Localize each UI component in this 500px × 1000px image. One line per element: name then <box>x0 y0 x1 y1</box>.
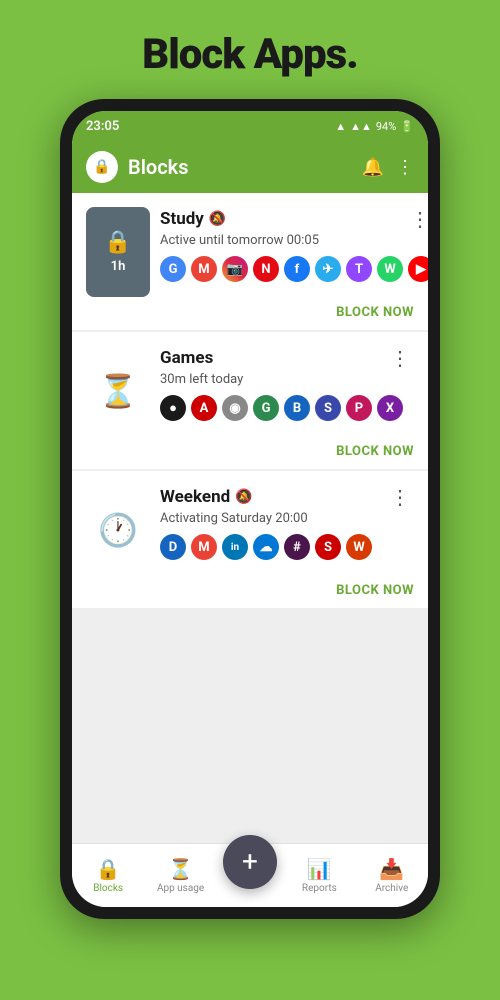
hourglass-icon: ⏳ <box>98 372 138 410</box>
nav-app-usage-icon: ⏳ <box>168 857 193 881</box>
block-card-study: 🔒 1h Study 🔕 ⋮ Active until tomorrow 00:… <box>72 193 428 330</box>
fab-add[interactable]: + <box>223 835 277 889</box>
notification-icon[interactable]: 🔔 <box>362 157 384 178</box>
nav-archive[interactable]: 📥 Archive <box>362 857 422 894</box>
block-info-weekend: Weekend 🔕 ⋮ Activating Saturday 20:00 D … <box>160 485 414 560</box>
main-content: 🔒 1h Study 🔕 ⋮ Active until tomorrow 00:… <box>72 193 428 843</box>
nav-reports-icon: 📊 <box>307 857 332 881</box>
app-icon-messenger: f <box>284 256 310 282</box>
app-bar-actions: 🔔 ⋮ <box>362 157 414 178</box>
nav-archive-icon: 📥 <box>379 857 404 881</box>
nav-blocks[interactable]: 🔒 Blocks <box>78 857 138 894</box>
status-icons: ▲ ▲▲ 94% 🔋 <box>335 120 414 133</box>
app-icon-g8: X <box>377 395 403 421</box>
status-bar: 23:05 ▲ ▲▲ 94% 🔋 <box>72 111 428 141</box>
block-icon-games: ⏳ <box>86 346 150 436</box>
wifi-icon: ▲ <box>335 120 346 133</box>
block-name-games: Games <box>160 348 213 368</box>
nav-reports[interactable]: 📊 Reports <box>289 857 349 894</box>
block-card-games: ⏳ Games ⋮ 30m left today ● A ◉ G <box>72 332 428 469</box>
app-icon-gmail: M <box>191 256 217 282</box>
nav-archive-label: Archive <box>375 883 408 894</box>
empty-space <box>72 610 428 730</box>
more-options-study[interactable]: ⋮ <box>406 207 428 231</box>
app-icon-g5: B <box>284 395 310 421</box>
app-icon-g6: S <box>315 395 341 421</box>
block-name-weekend: Weekend 🔕 <box>160 487 253 507</box>
block-info-study: Study 🔕 ⋮ Active until tomorrow 00:05 G … <box>160 207 428 282</box>
battery-level: 94% <box>376 120 396 133</box>
block-subtitle-study: Active until tomorrow 00:05 <box>160 233 428 248</box>
lock-icon: 🔒 <box>104 230 131 255</box>
block-info-games: Games ⋮ 30m left today ● A ◉ G B S P <box>160 346 414 421</box>
block-subtitle-weekend: Activating Saturday 20:00 <box>160 511 414 526</box>
more-options-games[interactable]: ⋮ <box>386 346 414 370</box>
block-now-weekend[interactable]: BLOCK NOW <box>336 583 414 598</box>
bell-off-icon-weekend: 🔕 <box>235 489 252 505</box>
app-icons-weekend: D M in ☁ # S W <box>160 534 414 560</box>
app-bar: 🔒 Blocks 🔔 ⋮ <box>72 141 428 193</box>
app-icon-youtube: ▶ <box>408 256 428 282</box>
app-icon-word: W <box>346 534 372 560</box>
block-duration-study: 1h <box>111 259 126 274</box>
app-icons-games: ● A ◉ G B S P X <box>160 395 414 421</box>
app-icon-onedrive: ☁ <box>253 534 279 560</box>
page-headline: Block Apps. <box>142 30 358 79</box>
app-lock-icon: 🔒 <box>86 151 118 183</box>
block-name-study: Study 🔕 <box>160 209 226 229</box>
app-icon-chrome: G <box>160 256 186 282</box>
block-card-weekend: 🕐 Weekend 🔕 ⋮ Activating Saturday 20:00 <box>72 471 428 608</box>
app-icon-g1: ● <box>160 395 186 421</box>
block-icon-study: 🔒 1h <box>86 207 150 297</box>
block-now-games[interactable]: BLOCK NOW <box>336 444 414 459</box>
bell-off-icon-study: 🔕 <box>209 211 226 227</box>
app-icon-g7: P <box>346 395 372 421</box>
nav-app-usage-label: App usage <box>157 883 204 894</box>
app-icon-slack: # <box>284 534 310 560</box>
app-icon-sheets: S <box>315 534 341 560</box>
clock-icon: 🕐 <box>98 511 138 549</box>
app-icons-study: G M 📷 N f ✈ T W ▶ <box>160 256 428 282</box>
app-icon-twitch: T <box>346 256 372 282</box>
block-icon-weekend: 🕐 <box>86 485 150 575</box>
app-bar-title: Blocks <box>128 155 352 179</box>
nav-reports-label: Reports <box>302 883 337 894</box>
app-icon-whatsapp: W <box>377 256 403 282</box>
signal-icon: ▲▲ <box>350 120 372 133</box>
status-time: 23:05 <box>86 119 119 134</box>
block-subtitle-games: 30m left today <box>160 372 414 387</box>
phone-screen: 23:05 ▲ ▲▲ 94% 🔋 🔒 Blocks 🔔 ⋮ <box>72 111 428 907</box>
nav-blocks-icon: 🔒 <box>96 857 121 881</box>
app-icon-g4: G <box>253 395 279 421</box>
app-icon-gmail2: M <box>191 534 217 560</box>
nav-blocks-label: Blocks <box>93 883 123 894</box>
phone-frame: 23:05 ▲ ▲▲ 94% 🔋 🔒 Blocks 🔔 ⋮ <box>60 99 440 919</box>
app-icon-g2: A <box>191 395 217 421</box>
nav-app-usage[interactable]: ⏳ App usage <box>151 857 211 894</box>
block-now-study[interactable]: BLOCK NOW <box>336 305 414 320</box>
more-options-icon[interactable]: ⋮ <box>396 157 414 178</box>
more-options-weekend[interactable]: ⋮ <box>386 485 414 509</box>
bottom-nav: 🔒 Blocks ⏳ App usage + 📊 Reports 📥 Archi… <box>72 843 428 907</box>
app-icon-telegram: ✈ <box>315 256 341 282</box>
app-icon-instagram: 📷 <box>222 256 248 282</box>
app-icon-g3: ◉ <box>222 395 248 421</box>
app-icon-netflix: N <box>253 256 279 282</box>
battery-icon: 🔋 <box>400 120 414 133</box>
app-icon-linkedin: in <box>222 534 248 560</box>
app-icon-gdrive: D <box>160 534 186 560</box>
